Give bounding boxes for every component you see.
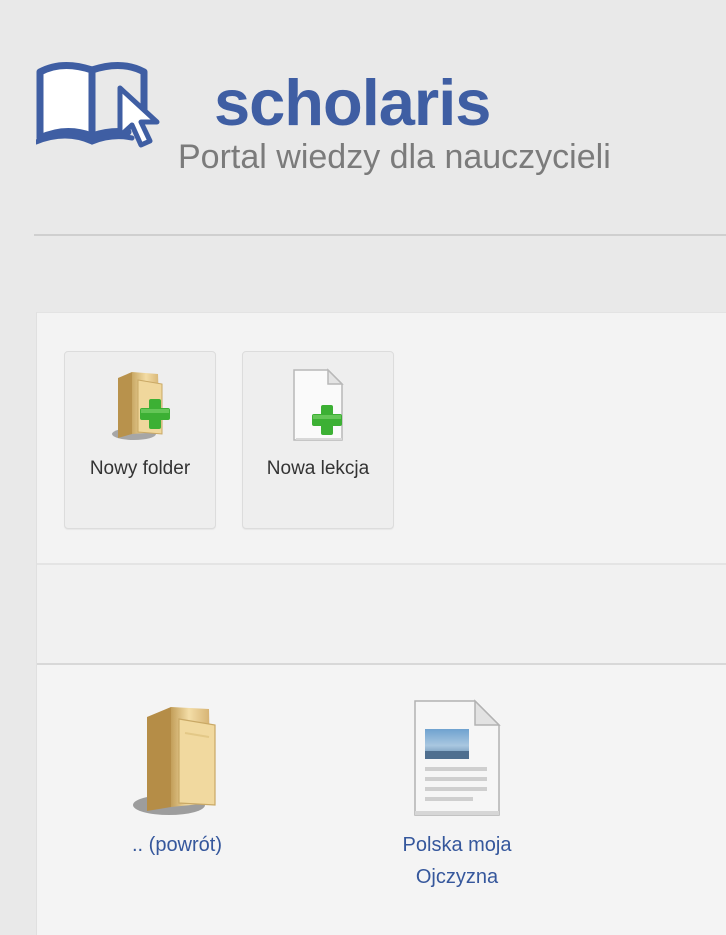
page: scholaris Portal wiedzy dla nauczycieli (0, 0, 726, 935)
open-book-with-cursor-icon (36, 62, 160, 148)
brand-tagline: Portal wiedzy dla nauczycieli (178, 138, 611, 176)
site-logo[interactable]: scholaris Portal wiedzy dla nauczycieli (36, 52, 726, 192)
file-list: .. (powrót) Polska moja Ojczyzna (37, 665, 726, 935)
file-item-lesson[interactable]: Polska moja Ojczyzna (377, 685, 537, 895)
new-lesson-icon (293, 368, 344, 441)
toolbar: Nowy folder Nowa lekcja (37, 313, 726, 563)
new-lesson-label: Nowa lekcja (266, 458, 370, 479)
file-item-back-label: .. (powrót) (131, 834, 223, 856)
folder-icon (133, 707, 216, 815)
content-panel: Nowy folder Nowa lekcja .. (powrót) Pols… (36, 312, 726, 935)
new-folder-label: Nowy folder (89, 458, 191, 479)
breadcrumb-bar (37, 565, 726, 663)
header-divider (34, 234, 726, 236)
new-folder-button[interactable]: Nowy folder (64, 351, 216, 529)
lesson-document-icon (414, 699, 501, 816)
file-item-back[interactable]: .. (powrót) (97, 685, 257, 895)
new-folder-icon (112, 372, 170, 440)
brand-name: scholaris (214, 66, 491, 139)
file-item-lesson-label: Polska moja Ojczyzna (402, 834, 512, 888)
new-lesson-button[interactable]: Nowa lekcja (242, 351, 394, 529)
